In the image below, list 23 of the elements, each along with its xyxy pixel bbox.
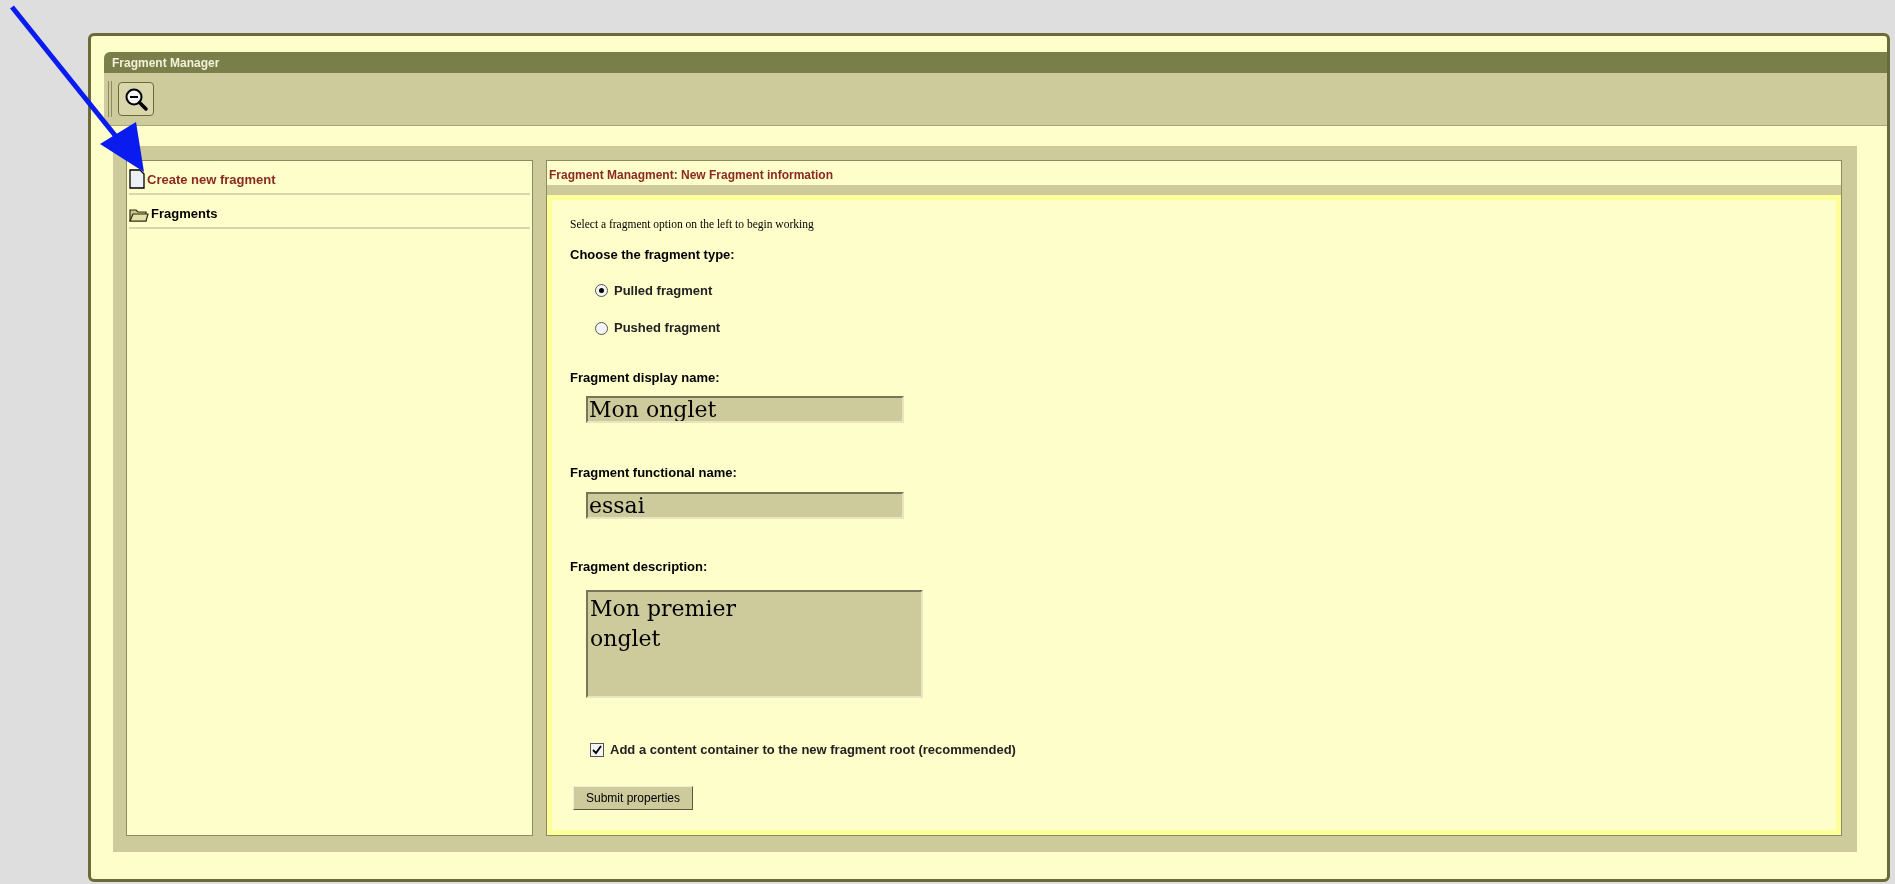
document-icon — [129, 169, 145, 189]
submit-button[interactable]: Submit properties — [573, 785, 694, 810]
checkbox[interactable] — [590, 743, 604, 757]
intro-text: Select a fragment option on the left to begin working — [570, 217, 814, 233]
radio-label: Pushed fragment — [614, 319, 721, 338]
zoom-out-button[interactable] — [118, 82, 154, 116]
sidebar-item[interactable]: Create new fragment — [147, 169, 276, 189]
radio-button[interactable] — [595, 284, 608, 297]
sidebar-item[interactable]: Fragments — [151, 203, 218, 223]
text-field[interactable]: essai — [586, 491, 904, 519]
radio-label: Pulled fragment — [614, 281, 713, 300]
field-label: Fragment description: — [570, 557, 708, 576]
section-label: Choose the fragment type: — [570, 246, 735, 265]
panel-title: Fragment Managment: New Fragment information — [549, 167, 834, 184]
field-label: Fragment display name: — [570, 368, 720, 387]
text-field[interactable]: Mon onglet — [586, 396, 904, 424]
field-label: Fragment functional name: — [570, 464, 737, 483]
window-title: Fragment Manager — [112, 54, 220, 72]
folder-icon — [129, 207, 149, 223]
description-field[interactable]: Mon premier onglet — [586, 590, 923, 699]
checkbox-label: Add a content container to the new fragment root (recommended) — [610, 741, 1016, 760]
radio-button[interactable] — [595, 321, 608, 335]
zoom-out-icon — [123, 86, 149, 112]
